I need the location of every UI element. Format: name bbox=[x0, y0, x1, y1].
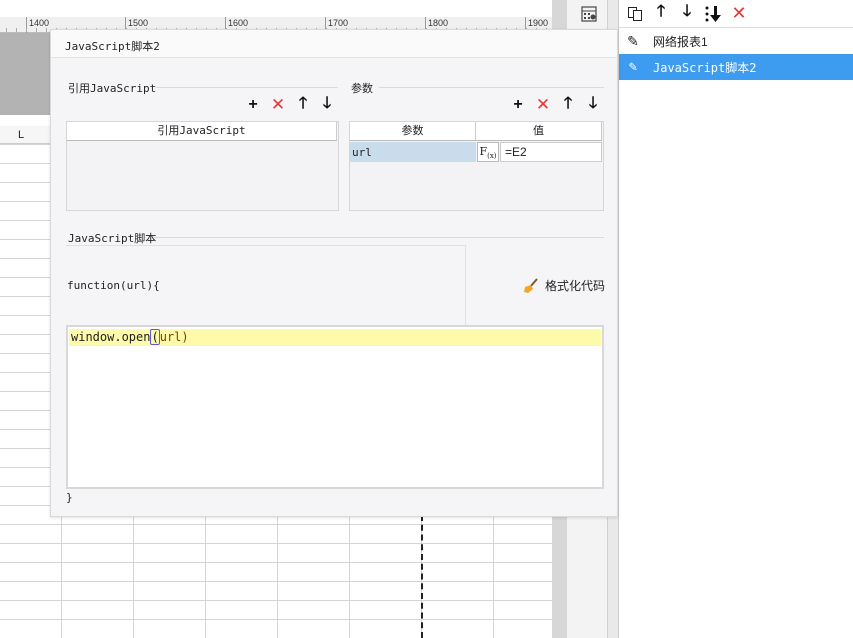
code-token: window.open bbox=[71, 330, 151, 344]
panel-toolbar: 🡑 🡓 ✕ bbox=[619, 0, 853, 28]
param-name-header: 参数 bbox=[350, 122, 476, 141]
broom-icon bbox=[524, 277, 538, 293]
close-icon: ✕ bbox=[731, 3, 747, 23]
params-table[interactable]: 参数 值 url F(x) =E2 bbox=[349, 121, 604, 211]
ruler-minor-tick bbox=[6, 28, 7, 32]
pencil-icon: ✎ bbox=[627, 32, 639, 49]
move-up-button[interactable]: 🡑 bbox=[651, 3, 671, 24]
arrow-up-icon: 🡑 bbox=[656, 3, 666, 20]
script-section-title: JavaScript脚本 bbox=[68, 232, 157, 245]
param-value-cell[interactable]: =E2 bbox=[500, 142, 602, 162]
add-ref-button[interactable]: + bbox=[244, 96, 262, 114]
column-header-label: L bbox=[18, 129, 25, 141]
param-value-header: 值 bbox=[476, 122, 602, 141]
sort-button[interactable] bbox=[703, 4, 723, 24]
function-footer: } bbox=[66, 491, 73, 504]
plus-icon: + bbox=[513, 96, 523, 113]
move-param-down-button[interactable]: 🡓 bbox=[584, 95, 602, 114]
ref-section-title: 引用JavaScript bbox=[68, 82, 157, 95]
format-code-button[interactable]: 格式化代码 bbox=[523, 277, 605, 294]
param-name-cell[interactable]: url bbox=[350, 142, 476, 162]
ref-table-header: 引用JavaScript bbox=[67, 122, 337, 141]
code-editor[interactable]: window.open(url) bbox=[66, 325, 604, 489]
close-icon: ✕ bbox=[535, 95, 551, 114]
pencil-icon: ✎ bbox=[628, 59, 638, 75]
formula-icon: F(x) bbox=[479, 145, 497, 161]
dialog-title: JavaScript脚本2 bbox=[51, 30, 617, 58]
page-break-line bbox=[421, 515, 423, 638]
arrow-down-icon: 🡓 bbox=[682, 3, 692, 20]
arrow-up-icon: 🡑 bbox=[563, 94, 573, 112]
hyperlink-list-panel: 🡑 🡓 ✕ ✎ 网络报表1 ✎ JavaScript脚本2 bbox=[618, 0, 853, 638]
function-header: function(url){ bbox=[67, 279, 160, 292]
ruler-minor-tick bbox=[16, 28, 17, 32]
move-ref-up-button[interactable]: 🡑 bbox=[294, 95, 312, 114]
code-line[interactable]: window.open(url) bbox=[69, 329, 601, 346]
calculator-icon[interactable] bbox=[581, 6, 597, 22]
ref-table[interactable]: 引用JavaScript bbox=[66, 121, 339, 211]
list-item[interactable]: ✎ 网络报表1 bbox=[619, 28, 853, 54]
matching-paren: ( bbox=[150, 329, 160, 345]
arrow-up-icon: 🡑 bbox=[298, 94, 308, 112]
move-param-up-button[interactable]: 🡑 bbox=[559, 95, 577, 114]
delete-ref-button[interactable]: ✕ bbox=[269, 95, 287, 114]
arrow-down-icon: 🡓 bbox=[588, 94, 598, 112]
list-item-selected[interactable]: ✎ JavaScript脚本2 bbox=[619, 54, 853, 80]
copy-icon bbox=[628, 6, 642, 21]
ruler-minor-tick bbox=[36, 28, 37, 32]
divider bbox=[156, 87, 338, 88]
delete-button[interactable]: ✕ bbox=[729, 3, 749, 24]
ruler-minor-tick bbox=[46, 28, 47, 32]
sort-icon bbox=[705, 5, 721, 22]
copy-button[interactable] bbox=[625, 4, 645, 24]
params-section-title: 参数 bbox=[351, 83, 373, 95]
move-down-button[interactable]: 🡓 bbox=[677, 3, 697, 24]
move-ref-down-button[interactable]: 🡓 bbox=[318, 95, 336, 114]
format-code-label: 格式化代码 bbox=[545, 279, 606, 293]
javascript-dialog: JavaScript脚本2 引用JavaScript + ✕ 🡑 🡓 引用Jav… bbox=[50, 29, 618, 517]
delete-param-button[interactable]: ✕ bbox=[534, 95, 552, 114]
ruler-minor-tick bbox=[26, 28, 27, 32]
plus-icon: + bbox=[248, 96, 258, 113]
add-param-button[interactable]: + bbox=[509, 96, 527, 114]
arrow-down-icon: 🡓 bbox=[322, 94, 332, 112]
list-item-label: JavaScript脚本2 bbox=[653, 60, 757, 75]
formula-button[interactable]: F(x) bbox=[477, 142, 499, 162]
code-token: url) bbox=[159, 330, 189, 344]
divider bbox=[153, 237, 604, 238]
divider bbox=[379, 87, 604, 88]
list-item-label: 网络报表1 bbox=[653, 34, 708, 49]
close-icon: ✕ bbox=[270, 95, 286, 114]
